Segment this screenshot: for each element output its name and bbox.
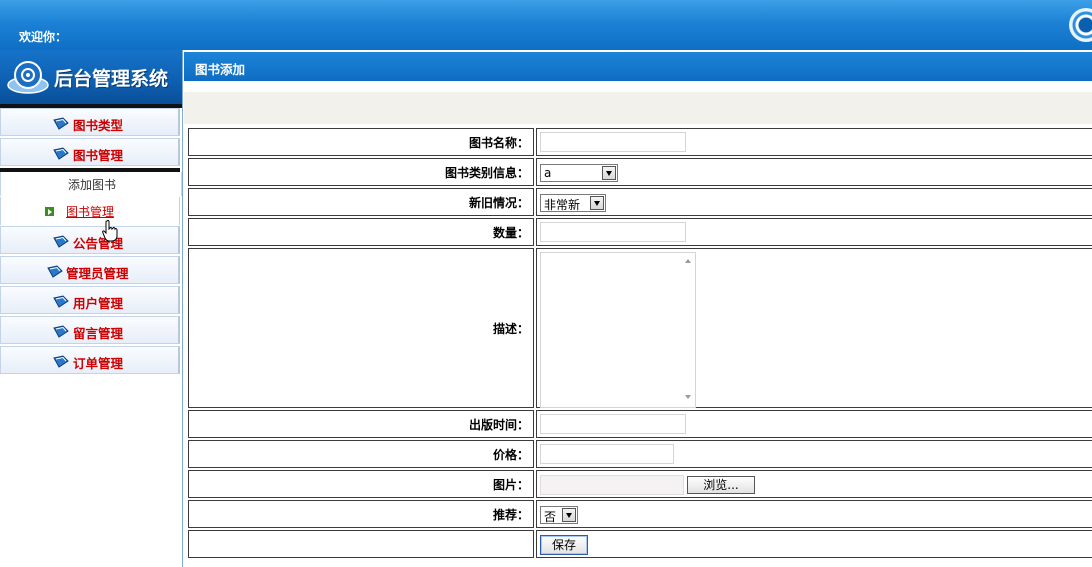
menu-label: 用户管理 <box>73 296 124 311</box>
menu-icon <box>53 325 69 338</box>
menu-label: 订单管理 <box>73 356 124 371</box>
menu-icon <box>47 265 63 278</box>
save-button[interactable]: 保存 <box>540 535 588 555</box>
field-label: 新旧情况： <box>188 188 534 216</box>
hand-cursor-icon <box>102 220 118 242</box>
menu-icon <box>53 235 69 248</box>
quantity-input[interactable] <box>540 222 686 242</box>
scroll-up-icon[interactable] <box>685 259 691 263</box>
description-textarea[interactable] <box>540 252 696 408</box>
brand-title: 后台管理系统 <box>54 68 169 90</box>
scroll-down-icon[interactable] <box>685 395 691 399</box>
menu-label: 图书管理 <box>73 148 124 163</box>
field-label: 出版时间： <box>188 410 534 438</box>
field-label: 描述： <box>188 248 534 408</box>
field-label: 图书名称： <box>188 128 534 156</box>
image-file-input[interactable] <box>540 475 684 495</box>
chevron-down-icon[interactable] <box>590 196 604 210</box>
select-value: 非常新 <box>544 198 581 212</box>
field-label: 图片： <box>188 470 534 498</box>
page-title: 图书添加 <box>195 62 246 77</box>
chevron-down-icon[interactable] <box>602 166 616 180</box>
field-cell: 否 <box>536 500 1092 528</box>
main-content: 图书添加 图书名称： 图书类别信息： a 新旧情况： 非常新 数量： 描述： 出… <box>184 50 1092 567</box>
browse-button[interactable]: 浏览... <box>687 476 755 494</box>
category-select[interactable]: a <box>540 164 618 182</box>
menu-item-book-management[interactable]: 图书管理 <box>0 138 180 166</box>
menu-icon <box>53 295 69 308</box>
arrow-bullet-icon <box>45 207 54 216</box>
field-cell: 浏览... <box>536 470 1092 498</box>
condition-select[interactable]: 非常新 <box>540 194 606 212</box>
submenu-header-label: 添加图书 <box>68 178 117 192</box>
field-label: 推荐： <box>188 500 534 528</box>
submenu-header: 添加图书 <box>0 172 182 196</box>
sidebar: 后台管理系统 图书类型 图书管理 添加图书 图书管理 公告管理 管理员管理 用户… <box>0 50 183 567</box>
menu-icon <box>53 355 69 368</box>
menu-item-announcements[interactable]: 公告管理 <box>0 226 180 254</box>
menu-item-order-management[interactable]: 订单管理 <box>0 346 180 374</box>
field-cell: a <box>536 158 1092 186</box>
brand-logo-icon <box>7 61 49 94</box>
menu-item-admin-management[interactable]: 管理员管理 <box>0 256 180 284</box>
field-cell <box>536 410 1092 438</box>
menu-item-user-management[interactable]: 用户管理 <box>0 286 180 314</box>
field-label: 数量： <box>188 218 534 246</box>
toolbar-strip <box>184 92 1092 124</box>
submenu-link[interactable]: 图书管理 <box>66 203 114 220</box>
field-cell: 非常新 <box>536 188 1092 216</box>
field-cell <box>536 440 1092 468</box>
menu-label: 留言管理 <box>73 326 124 341</box>
book-form: 图书名称： 图书类别信息： a 新旧情况： 非常新 数量： 描述： 出版时间： … <box>186 126 1092 560</box>
brand-banner: 后台管理系统 <box>0 50 182 104</box>
menu-icon <box>53 147 69 160</box>
recommend-select[interactable]: 否 <box>540 506 578 524</box>
welcome-text: 欢迎你： <box>19 30 68 44</box>
select-value: 否 <box>544 510 557 524</box>
logo-icon <box>1069 8 1092 42</box>
select-value: a <box>544 166 552 180</box>
empty-cell <box>188 530 534 558</box>
menu-item-book-types[interactable]: 图书类型 <box>0 108 180 136</box>
menu-label: 管理员管理 <box>66 266 129 281</box>
menu-label: 图书类型 <box>73 118 124 133</box>
submenu-link-book-management[interactable]: 图书管理 <box>0 197 180 225</box>
top-banner: 欢迎你： <box>0 0 1092 50</box>
publish-date-input[interactable] <box>540 414 686 434</box>
book-name-input[interactable] <box>540 132 686 152</box>
menu-icon <box>53 117 69 130</box>
field-cell: 保存 <box>536 530 1092 558</box>
field-cell <box>536 248 1092 408</box>
panel-header: 图书添加 <box>184 52 1092 81</box>
chevron-down-icon[interactable] <box>562 508 576 522</box>
price-input[interactable] <box>540 444 674 464</box>
field-label: 图书类别信息： <box>188 158 534 186</box>
field-cell <box>536 218 1092 246</box>
field-cell <box>536 128 1092 156</box>
field-label: 价格： <box>188 440 534 468</box>
menu-item-message-management[interactable]: 留言管理 <box>0 316 180 344</box>
scrollbar[interactable] <box>681 253 695 407</box>
